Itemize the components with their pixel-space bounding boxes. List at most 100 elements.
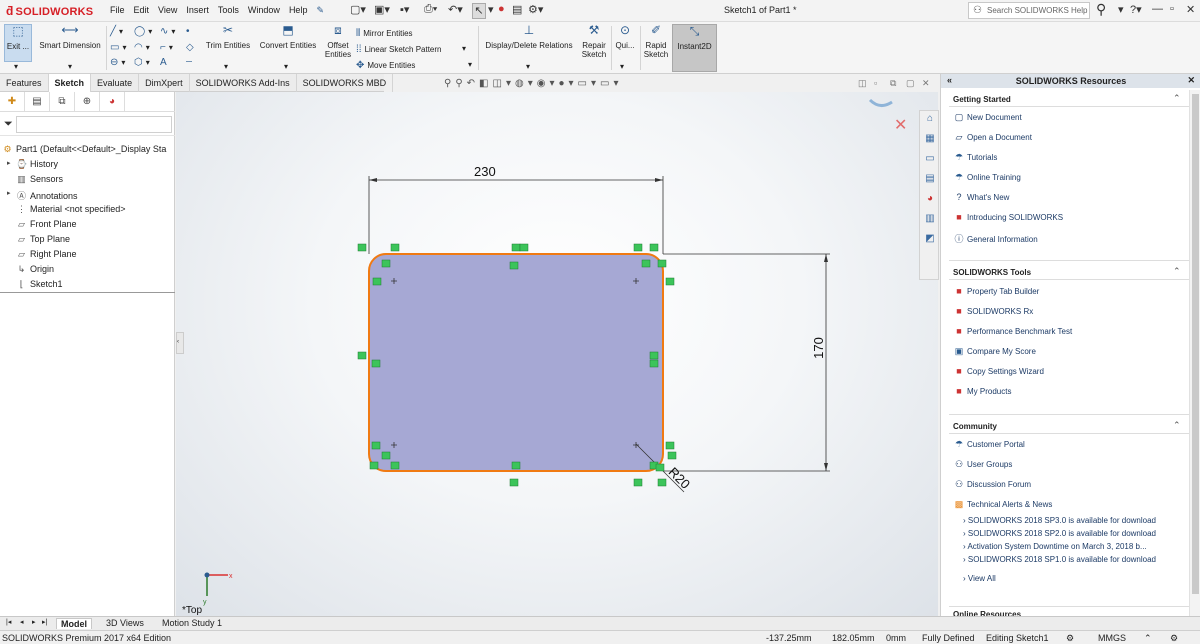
- relation-marker-icon[interactable]: [509, 478, 519, 487]
- collapse-section-icon[interactable]: ⌃: [1173, 266, 1181, 277]
- link-new-document[interactable]: ▢ New Document: [953, 112, 1022, 123]
- zoom-area-icon[interactable]: ⚲: [455, 78, 466, 89]
- select-pointer-icon[interactable]: ↖: [472, 3, 486, 19]
- move-entities-button[interactable]: ✥ Move Entities: [356, 60, 415, 71]
- open-icon[interactable]: ▣▾: [374, 3, 390, 19]
- tab-dimxpert[interactable]: DimXpert: [139, 74, 190, 92]
- menu-window[interactable]: Window: [248, 5, 280, 16]
- filter-input[interactable]: [16, 116, 172, 133]
- zoom-to-fit-icon[interactable]: ⚲: [444, 78, 455, 89]
- chevron-down-icon[interactable]: ▾: [224, 62, 228, 71]
- appearances-tab-icon[interactable]: ◕: [921, 193, 939, 211]
- link-technical-alerts-news[interactable]: ▩ Technical Alerts & News: [953, 499, 1053, 510]
- trim-entities-button[interactable]: ✂ Trim Entities: [202, 24, 254, 50]
- sketch-fillet-icon[interactable]: ⌐ ▾: [160, 42, 173, 53]
- link-property-tab-builder[interactable]: ■ Property Tab Builder: [953, 286, 1039, 296]
- design-library-tab-icon[interactable]: ▦: [921, 133, 939, 151]
- relation-marker-icon[interactable]: [390, 461, 400, 470]
- scene-icon[interactable]: ▭▾: [578, 78, 600, 89]
- relation-marker-icon[interactable]: [390, 243, 400, 252]
- print-icon[interactable]: ⎙▾: [424, 3, 437, 19]
- link-copy-settings-wizard[interactable]: ■ Copy Settings Wizard: [953, 366, 1044, 376]
- link-solidworks-rx[interactable]: ■ SOLIDWORKS Rx: [953, 306, 1033, 316]
- relation-marker-icon[interactable]: [371, 441, 381, 450]
- relation-marker-icon[interactable]: [667, 451, 677, 460]
- tree-item-origin[interactable]: ↳ Origin: [16, 264, 54, 275]
- status-units[interactable]: MMGS: [1098, 633, 1126, 643]
- relation-marker-icon[interactable]: [657, 259, 667, 268]
- view-all-link[interactable]: › View All: [963, 574, 996, 583]
- solidworks-logo[interactable]: ƌ SOLIDWORKS: [6, 4, 93, 18]
- arc-tool-icon[interactable]: ◠ ▾: [134, 42, 150, 53]
- relation-marker-icon[interactable]: [511, 461, 521, 470]
- relation-marker-icon[interactable]: [655, 463, 665, 472]
- solidworks-forum-tab-icon[interactable]: ◩: [921, 233, 939, 251]
- plane-tool-icon[interactable]: ◇: [186, 42, 197, 53]
- tree-item-material[interactable]: ⋮ Material <not specified>: [16, 204, 126, 215]
- scroll-right-icon[interactable]: ▸|: [38, 618, 51, 626]
- relation-marker-icon[interactable]: [357, 351, 367, 360]
- offset-entities-button[interactable]: ⧈ Offset Entities: [322, 24, 354, 59]
- restore-icon[interactable]: ▫: [1170, 3, 1174, 15]
- tab-3d-views[interactable]: 3D Views: [102, 618, 148, 628]
- link-general-information[interactable]: ⓘ General Information: [953, 232, 1037, 245]
- menu-insert[interactable]: Insert: [186, 5, 209, 16]
- display-manager-tab-icon[interactable]: ◕: [100, 92, 125, 112]
- rapid-sketch-button[interactable]: ✐ Rapid Sketch: [642, 24, 670, 59]
- new-document-icon[interactable]: ▢▾: [350, 3, 366, 19]
- rectangle-tool-icon[interactable]: ▭ ▾: [110, 42, 126, 53]
- collapse-section-icon[interactable]: ⌃: [1173, 420, 1181, 431]
- relation-marker-icon[interactable]: [649, 351, 659, 360]
- expand-arrow-icon[interactable]: ▸: [7, 189, 11, 197]
- tab-model[interactable]: Model: [56, 618, 92, 629]
- relation-marker-icon[interactable]: [511, 243, 521, 252]
- link-compare-my-score[interactable]: ▣ Compare My Score: [953, 346, 1036, 357]
- link-whats-new[interactable]: ? What's New: [953, 192, 1009, 202]
- menu-help[interactable]: Help: [289, 5, 308, 16]
- confirmation-corner[interactable]: ✕: [868, 98, 907, 134]
- relation-marker-icon[interactable]: [372, 277, 382, 286]
- link-introducing-solidworks[interactable]: ■ Introducing SOLIDWORKS: [953, 212, 1063, 222]
- menu-edit[interactable]: Edit: [134, 5, 150, 16]
- relation-marker-icon[interactable]: [357, 243, 367, 252]
- viewport-close-icon[interactable]: ✕: [922, 78, 930, 89]
- relation-marker-icon[interactable]: [509, 261, 519, 270]
- tree-part-root[interactable]: ⚙ Part1 (Default<<Default>_Display Sta: [2, 144, 166, 155]
- link-open-document[interactable]: ▱ Open a Document: [953, 132, 1032, 143]
- radius-dimension-value[interactable]: R20: [666, 464, 693, 491]
- chevron-down-icon[interactable]: ⌄: [84, 94, 89, 101]
- expand-arrow-icon[interactable]: ▸: [7, 159, 11, 167]
- rebuild-status-icon[interactable]: ⚙: [1066, 633, 1074, 644]
- news-item[interactable]: › SOLIDWORKS 2018 SP3.0 is available for…: [963, 516, 1156, 525]
- relation-marker-icon[interactable]: [665, 277, 675, 286]
- view-palette-tab-icon[interactable]: ▤: [921, 173, 939, 191]
- news-item[interactable]: › SOLIDWORKS 2018 SP1.0 is available for…: [963, 555, 1156, 564]
- file-explorer-tab-icon[interactable]: ▭: [921, 153, 939, 171]
- tree-item-front-plane[interactable]: ▱ Front Plane: [16, 219, 77, 230]
- chevron-down-icon[interactable]: ▾: [468, 60, 472, 69]
- view-settings-icon[interactable]: ▭▾: [600, 78, 622, 89]
- section-getting-started-title[interactable]: Getting Started: [953, 95, 1011, 104]
- tree-item-history[interactable]: ▸ ⌚ History: [7, 159, 58, 170]
- collapse-task-pane-icon[interactable]: «: [947, 75, 952, 85]
- rollback-bar[interactable]: [0, 292, 175, 293]
- hide-show-icon[interactable]: ◉▾: [537, 78, 559, 89]
- save-icon[interactable]: ▪▾: [400, 3, 409, 19]
- chevron-down-icon[interactable]: ▾: [620, 62, 624, 71]
- scrollbar-thumb[interactable]: [1192, 94, 1199, 594]
- chevron-down-icon[interactable]: ▾: [14, 62, 18, 71]
- chevron-down-icon[interactable]: ▾: [462, 44, 466, 53]
- heads-up-view-toolbar[interactable]: ⚲⚲↶◧◫▾◍▾◉▾●▾▭▾▭▾: [444, 78, 622, 89]
- tree-item-sketch1[interactable]: ⌊ Sketch1: [16, 279, 63, 290]
- property-manager-tab-icon[interactable]: ▤: [25, 92, 50, 112]
- polygon-tool-icon[interactable]: ⬡ ▾: [134, 57, 150, 68]
- chevron-down-icon[interactable]: ▾: [284, 62, 288, 71]
- news-item[interactable]: › SOLIDWORKS 2018 SP2.0 is available for…: [963, 529, 1156, 538]
- link-discussion-forum[interactable]: ⚇ Discussion Forum: [953, 479, 1031, 490]
- tab-evaluate[interactable]: Evaluate: [91, 74, 140, 92]
- tree-item-right-plane[interactable]: ▱ Right Plane: [16, 249, 77, 260]
- tab-features[interactable]: Features: [0, 74, 49, 92]
- smart-dimension-button[interactable]: ⟷ Smart Dimension: [36, 24, 104, 50]
- feature-manager-tab-icon[interactable]: ✚: [0, 92, 25, 112]
- edit-appearance-icon[interactable]: ●▾: [558, 78, 577, 89]
